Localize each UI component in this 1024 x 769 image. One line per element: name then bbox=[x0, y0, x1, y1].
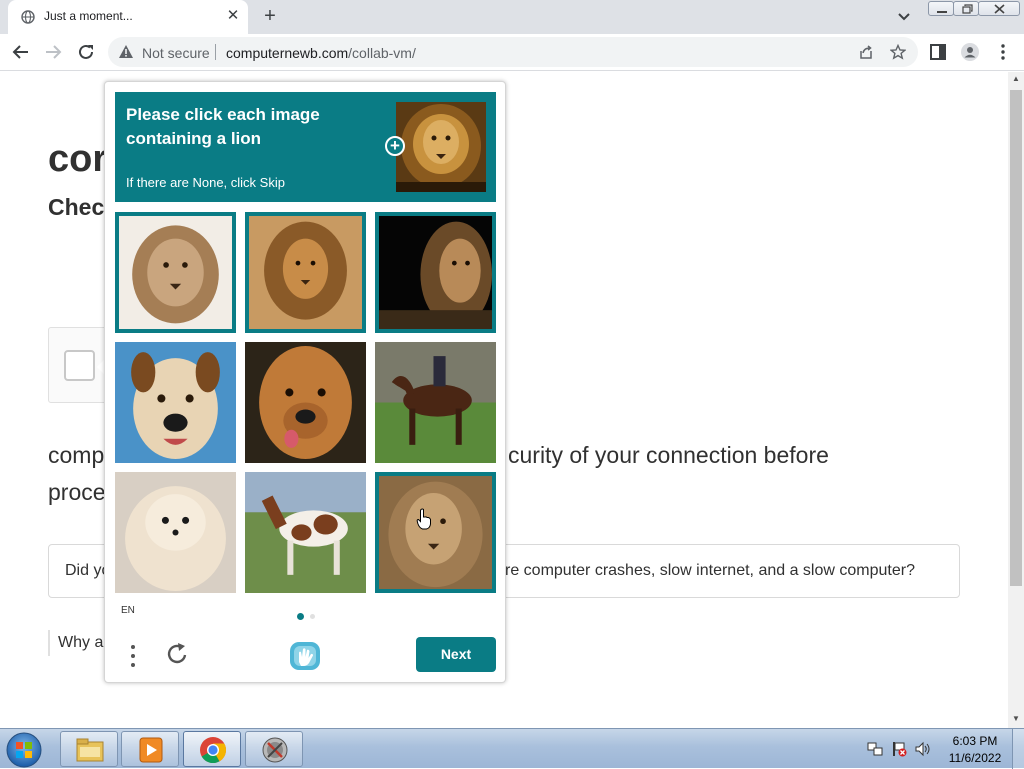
taskbar-media-button[interactable] bbox=[121, 731, 179, 767]
taskbar-explorer-button[interactable] bbox=[60, 731, 118, 767]
checking-heading: Checl bbox=[48, 194, 111, 220]
image-tile-lion[interactable] bbox=[115, 212, 236, 333]
media-player-icon bbox=[139, 737, 163, 763]
taskbar-mission-button[interactable] bbox=[245, 731, 303, 767]
browser-toolbar: Not secure computernewb.com/collab-vm/ bbox=[0, 34, 1024, 71]
next-button[interactable]: Next bbox=[416, 637, 496, 672]
taskbar: 6:03 PM 11/6/2022 bbox=[0, 728, 1024, 769]
close-window-button[interactable] bbox=[978, 1, 1020, 16]
url-path: /collab-vm/ bbox=[348, 45, 416, 61]
globe-icon bbox=[21, 10, 35, 24]
restore-button[interactable] bbox=[953, 1, 979, 16]
minimize-button[interactable] bbox=[928, 1, 954, 16]
clock-time[interactable]: 6:03 PM bbox=[940, 734, 1010, 748]
close-icon bbox=[994, 4, 1005, 14]
new-tab-button[interactable]: + bbox=[258, 5, 282, 29]
refresh-challenge-icon[interactable] bbox=[164, 641, 190, 667]
reload-icon[interactable] bbox=[74, 40, 98, 64]
page-title: cor bbox=[48, 138, 108, 180]
volume-icon[interactable] bbox=[915, 741, 931, 757]
prompt-title: Please click each image containing a lio… bbox=[126, 105, 320, 148]
why-text: Why a bbox=[58, 634, 104, 651]
tab-strip: Just a moment... ✕ + bbox=[0, 0, 1024, 34]
scrollbar-thumb[interactable] bbox=[1010, 90, 1022, 586]
tab-active[interactable]: Just a moment... ✕ bbox=[8, 0, 248, 34]
quote-bar bbox=[48, 630, 50, 656]
image-tile-dog[interactable] bbox=[115, 472, 236, 593]
network-icon[interactable] bbox=[867, 741, 883, 757]
divider bbox=[215, 44, 216, 60]
pager-dot bbox=[310, 614, 315, 619]
side-panel-icon[interactable] bbox=[928, 42, 948, 62]
share-icon[interactable] bbox=[858, 44, 874, 60]
start-button[interactable] bbox=[4, 731, 44, 769]
image-tile-lion[interactable] bbox=[375, 212, 496, 333]
warning-icon[interactable] bbox=[118, 44, 134, 60]
chrome-icon bbox=[200, 737, 227, 764]
image-tile-horse[interactable] bbox=[245, 472, 366, 593]
language-label[interactable]: EN bbox=[121, 605, 135, 616]
close-tab-icon[interactable]: ✕ bbox=[223, 6, 243, 26]
image-tile-dog[interactable] bbox=[115, 342, 236, 463]
url-text[interactable]: computernewb.com/collab-vm/ bbox=[226, 45, 416, 61]
image-tile-lion[interactable] bbox=[375, 472, 496, 593]
captcha-prompt: Please click each image containing a lio… bbox=[115, 92, 496, 202]
tips-text-right: re computer crashes, slow internet, and … bbox=[505, 562, 915, 579]
review-text-right: curity of your connection before bbox=[508, 442, 829, 468]
back-arrow-icon[interactable] bbox=[9, 40, 33, 64]
zoom-in-icon[interactable]: + bbox=[385, 136, 405, 156]
prompt-subtitle: If there are None, click Skip bbox=[126, 175, 285, 190]
url-host: computernewb.com bbox=[226, 45, 349, 61]
chevron-down-icon[interactable] bbox=[894, 8, 914, 26]
more-options-icon[interactable] bbox=[123, 642, 143, 670]
review-text-left: comp bbox=[48, 442, 105, 468]
image-tile-horse[interactable] bbox=[375, 342, 496, 463]
star-icon[interactable] bbox=[890, 44, 906, 60]
human-checkbox[interactable] bbox=[64, 350, 95, 381]
image-tile-lion[interactable] bbox=[245, 212, 366, 333]
pager-dot-active bbox=[297, 613, 304, 620]
security-label[interactable]: Not secure bbox=[142, 45, 210, 61]
scroll-down-arrow-icon[interactable]: ▼ bbox=[1008, 712, 1024, 726]
captcha-dialog: Please click each image containing a lio… bbox=[104, 81, 506, 683]
taskbar-chrome-button[interactable] bbox=[183, 731, 241, 767]
restore-icon bbox=[962, 4, 973, 14]
example-image bbox=[396, 102, 486, 192]
folder-icon bbox=[76, 738, 104, 762]
forward-arrow-icon[interactable] bbox=[41, 40, 65, 64]
action-center-flag-icon[interactable] bbox=[891, 741, 907, 757]
tab-title: Just a moment... bbox=[44, 9, 133, 23]
hand-cursor-icon bbox=[416, 508, 431, 530]
kebab-menu-icon[interactable] bbox=[993, 42, 1013, 62]
system-tray: 6:03 PM 11/6/2022 bbox=[862, 729, 1024, 769]
scroll-up-arrow-icon[interactable]: ▲ bbox=[1008, 72, 1024, 86]
clock-date[interactable]: 11/6/2022 bbox=[940, 751, 1010, 765]
hcaptcha-logo-icon[interactable] bbox=[288, 640, 322, 672]
minimize-icon bbox=[937, 11, 947, 13]
image-grid bbox=[115, 212, 496, 593]
mission-icon bbox=[262, 737, 288, 763]
show-desktop-button[interactable] bbox=[1012, 729, 1024, 769]
review-text-line2: proce bbox=[48, 479, 106, 505]
image-tile-dog[interactable] bbox=[245, 342, 366, 463]
address-bar[interactable]: Not secure computernewb.com/collab-vm/ bbox=[108, 37, 918, 67]
profile-avatar-icon[interactable] bbox=[960, 42, 980, 62]
